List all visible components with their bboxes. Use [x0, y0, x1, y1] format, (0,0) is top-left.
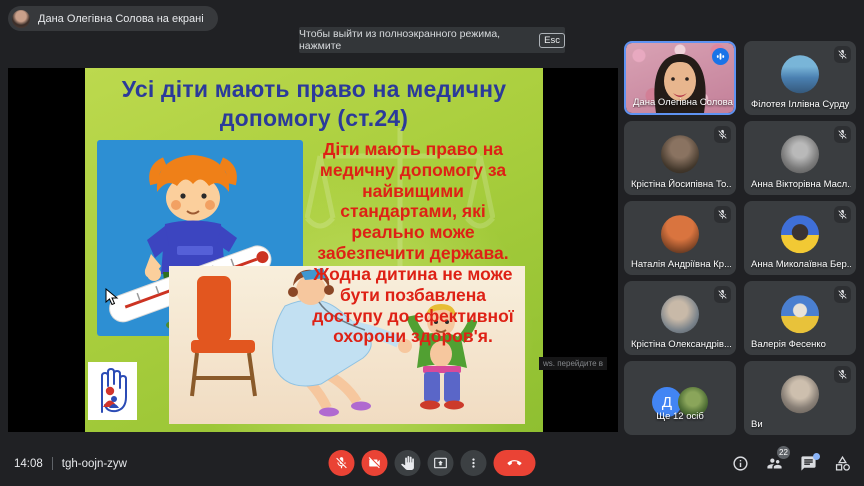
slide-body-text: Діти мають право на медичну допомогу за …	[287, 139, 539, 347]
participant-name: Крістіна Йосипівна То...	[631, 179, 731, 190]
presenter-avatar	[12, 9, 30, 28]
slide-body-line: бути позбавлена	[340, 284, 486, 305]
participant-name: Філотея Іллівна Сурду	[751, 99, 850, 110]
participant-avatar	[661, 295, 699, 334]
meeting-info: 14:08 tgh-oojn-zyw	[14, 457, 127, 470]
slide-body-line: медичну допомогу за	[319, 159, 507, 180]
participant-count-badge: 22	[777, 446, 790, 459]
slide-body-line: охорони здоров'я.	[333, 326, 493, 347]
participant-avatar	[661, 215, 699, 254]
mic-off-icon	[834, 366, 851, 383]
mic-off-icon	[834, 46, 851, 63]
overlay-hint-text: ws. перейдите в	[539, 357, 608, 370]
participant-avatar	[781, 295, 819, 334]
meeting-details-button[interactable]	[732, 455, 749, 472]
presentation-slide: Усі діти мають право на медичну допомогу…	[85, 68, 543, 432]
slide-body-line: стандартами, які	[340, 201, 486, 222]
participant-avatar	[781, 375, 819, 414]
people-panel-button[interactable]: 22	[766, 446, 790, 472]
participant-tile[interactable]: Крістіна Йосипівна То...	[624, 121, 736, 195]
mic-off-icon	[834, 206, 851, 223]
slide-body-line: доступу до ефективної	[312, 305, 514, 326]
overflow-count-label: Ще 12 осіб	[656, 411, 704, 422]
participant-tile-speaker[interactable]: Дана Олегівна Солова	[624, 41, 736, 115]
call-controls	[328, 450, 536, 476]
slide-body-line: Жодна дитина не може	[313, 263, 513, 284]
mic-off-icon	[714, 126, 731, 143]
participants-grid: Дана Олегівна Солова Філотея Іллівна Сур…	[624, 41, 856, 436]
present-button[interactable]	[427, 450, 454, 476]
mic-off-icon	[834, 286, 851, 303]
shared-screen: Усі діти мають право на медичну допомогу…	[8, 68, 618, 432]
speaking-indicator-icon	[712, 48, 729, 65]
panel-buttons: 22	[732, 446, 851, 472]
mic-off-icon	[834, 126, 851, 143]
participant-tile[interactable]: Валерія Фесенко	[744, 281, 856, 355]
toast-text: Чтобы выйти из полноэкранного режима, на…	[299, 28, 501, 52]
slide-body-line: Діти мають право на	[322, 139, 504, 159]
slide-body-line: найвищими	[362, 180, 464, 201]
participant-name: Анна Вікторівна Масл...	[751, 179, 851, 190]
chat-panel-button[interactable]	[800, 453, 820, 472]
more-options-button[interactable]	[460, 450, 487, 476]
participant-name: Наталія Андріївна Кр...	[631, 259, 731, 270]
activities-button[interactable]	[834, 455, 851, 472]
participant-tile[interactable]: Анна Вікторівна Масл...	[744, 121, 856, 195]
slide-title-line1: Усі діти мають право на медичну	[121, 76, 507, 102]
hand-family-logo	[88, 362, 137, 420]
participant-tile-overflow[interactable]: Д Ще 12 осіб	[624, 361, 736, 435]
participant-name: Крістіна Олександрів...	[631, 339, 731, 350]
activities-icon	[834, 455, 851, 472]
camera-off-button[interactable]	[361, 450, 388, 476]
screen-share-banner: Дана Олегівна Солова на екрані	[8, 6, 218, 31]
chat-notification-dot	[813, 453, 820, 460]
clock-time: 14:08	[14, 457, 43, 470]
esc-key-hint: Esc	[539, 32, 565, 48]
participant-avatar	[781, 215, 819, 254]
participant-avatar	[661, 135, 699, 174]
participant-tile[interactable]: Анна Миколаївна Бер...	[744, 201, 856, 275]
screen-share-banner-label: Дана Олегівна Солова на екрані	[38, 12, 204, 25]
info-icon	[732, 455, 749, 472]
participant-name: Валерія Фесенко	[751, 339, 826, 350]
participant-name: Дана Олегівна Солова	[633, 97, 733, 108]
mic-off-icon	[714, 286, 731, 303]
slide-body-line: забезпечити держава.	[317, 243, 509, 264]
participant-avatar	[781, 135, 819, 174]
participant-name: Ви	[751, 419, 763, 430]
participant-avatar	[781, 55, 819, 94]
fullscreen-exit-toast: Чтобы выйти из полноэкранного режима, на…	[299, 27, 565, 53]
participant-tile[interactable]: Філотея Іллівна Сурду	[744, 41, 856, 115]
divider	[51, 457, 53, 470]
participant-tile-self[interactable]: Ви	[744, 361, 856, 435]
end-call-button[interactable]	[493, 450, 536, 476]
participant-tile[interactable]: Наталія Андріївна Кр...	[624, 201, 736, 275]
mic-off-button[interactable]	[328, 450, 355, 476]
meeting-code: tgh-oojn-zyw	[61, 457, 127, 470]
raise-hand-button[interactable]	[394, 450, 421, 476]
google-meet-window: Дана Олегівна Солова на екрані Чтобы вый…	[0, 0, 864, 486]
participant-tile[interactable]: Крістіна Олександрів...	[624, 281, 736, 355]
mouse-cursor	[105, 288, 119, 306]
participant-name: Анна Миколаївна Бер...	[751, 259, 851, 270]
slide-body-line: реально може	[351, 222, 475, 243]
mic-off-icon	[714, 206, 731, 223]
